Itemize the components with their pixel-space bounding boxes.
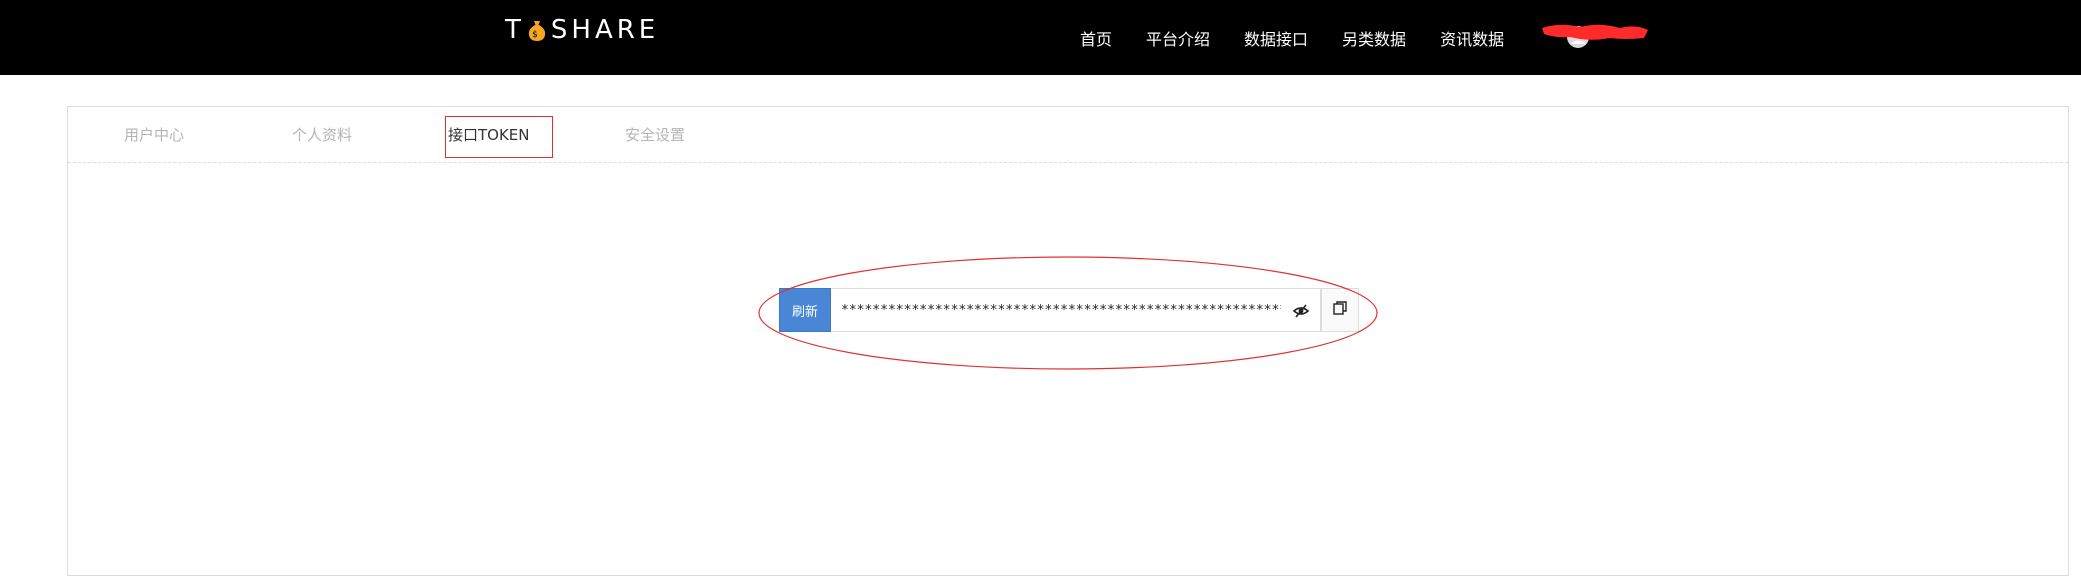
user-center-panel: 用户中心 个人资料 接口TOKEN 安全设置 bbox=[67, 106, 2069, 576]
nav-item-home[interactable]: 首页 bbox=[1080, 26, 1112, 50]
eye-slash-icon[interactable] bbox=[1292, 302, 1310, 320]
tab-bar: 用户中心 个人资料 接口TOKEN 安全设置 bbox=[68, 107, 2068, 163]
user-avatar-icon[interactable] bbox=[1540, 18, 1650, 54]
logo-prefix: T bbox=[505, 15, 525, 45]
tushare-logo[interactable]: T $ SHARE bbox=[505, 14, 659, 46]
refresh-button[interactable]: 刷新 bbox=[779, 288, 831, 332]
token-input[interactable] bbox=[831, 302, 1281, 318]
token-input-group: 刷新 bbox=[779, 288, 1359, 332]
copy-icon bbox=[1332, 300, 1348, 320]
main-nav: 首页 平台介绍 数据接口 另类数据 资讯数据 bbox=[1080, 0, 1538, 75]
logo-suffix: SHARE bbox=[550, 15, 660, 45]
nav-item-news-data[interactable]: 资讯数据 bbox=[1440, 26, 1504, 50]
token-field bbox=[831, 288, 1321, 332]
active-tab-highlight-box bbox=[445, 116, 553, 158]
tab-user-center[interactable]: 用户中心 bbox=[124, 107, 184, 163]
tab-security[interactable]: 安全设置 bbox=[625, 107, 685, 163]
coin-bag-icon: $ bbox=[527, 19, 547, 41]
top-navbar: T $ SHARE 首页 平台介绍 数据接口 另类数据 资讯数据 bbox=[0, 0, 2081, 75]
copy-button[interactable] bbox=[1321, 288, 1359, 332]
nav-item-platform[interactable]: 平台介绍 bbox=[1146, 26, 1210, 50]
svg-text:$: $ bbox=[532, 30, 542, 40]
tab-profile[interactable]: 个人资料 bbox=[292, 107, 352, 163]
nav-item-data-api[interactable]: 数据接口 bbox=[1244, 26, 1308, 50]
nav-item-alt-data[interactable]: 另类数据 bbox=[1342, 26, 1406, 50]
